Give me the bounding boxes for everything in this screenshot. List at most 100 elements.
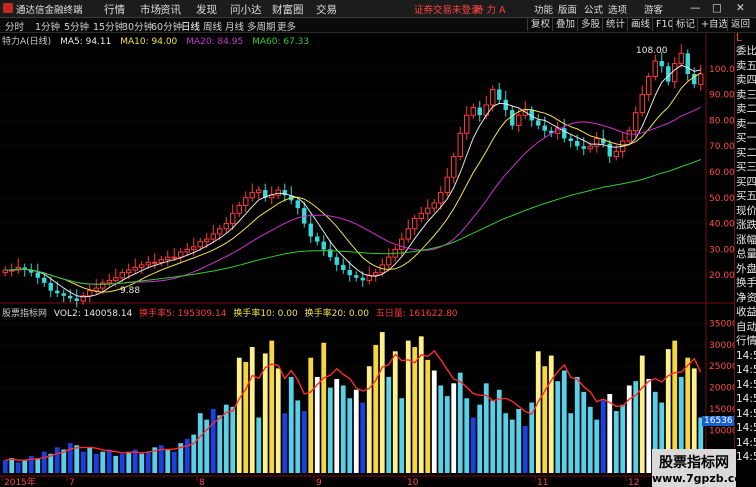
candle-body-up [490, 88, 496, 106]
quote-field-label: 14:5 [736, 364, 756, 376]
candle-body-down [315, 236, 320, 242]
period-60min[interactable]: 60分钟 [151, 19, 182, 33]
restore-rights-button[interactable]: 复权 [527, 18, 553, 31]
volume-bar [386, 376, 392, 473]
menu-formula[interactable]: 公式 [584, 2, 603, 16]
close-button[interactable]: ✕ [736, 2, 745, 14]
minimize-button[interactable]: — [690, 2, 701, 14]
candle-body-up [243, 197, 249, 207]
app-logo-icon [3, 3, 13, 13]
volume-bar [353, 389, 359, 473]
period-30min[interactable]: 30分钟 [122, 19, 153, 33]
menu-quotes[interactable]: 行情 [104, 2, 125, 17]
candle-body-down [575, 141, 580, 147]
volume-bar [28, 455, 34, 473]
volume-bar [132, 449, 138, 473]
multi-stock-button[interactable]: 多股 [577, 18, 603, 31]
volume-bar [191, 434, 197, 473]
volume-bar [464, 398, 470, 473]
volume-bar [249, 347, 255, 473]
volume-bar [106, 449, 112, 473]
volume-bar [165, 449, 171, 473]
volume-bar [516, 408, 522, 473]
volume-tick-label: 15000 [709, 405, 734, 415]
candle-body-up [373, 272, 379, 276]
volume-bar [522, 426, 528, 473]
menu-functions[interactable]: 功能 [534, 2, 553, 16]
candle-body-up [132, 266, 138, 271]
volume-bar [613, 411, 619, 473]
volume-bar [366, 366, 372, 473]
candle-body-down [74, 298, 79, 301]
menu-options[interactable]: 选项 [608, 2, 627, 16]
overlay-button[interactable]: 叠加 [552, 18, 578, 31]
candle-body-up [171, 256, 177, 259]
period-5min[interactable]: 5分钟 [64, 19, 89, 33]
volume-bar [119, 453, 125, 473]
period-1min[interactable]: 1分钟 [35, 19, 60, 33]
volume-bar [327, 387, 333, 473]
high-price-label: 108.00 [636, 46, 668, 56]
trade-alert[interactable]: 证券交易未登录 [414, 2, 481, 16]
period-monthly[interactable]: 月线 [225, 19, 244, 33]
watermark-title: 股票指标网 [659, 455, 729, 471]
panel-header[interactable]: L [736, 32, 756, 44]
volume-bar [607, 394, 613, 473]
volume-bar [581, 391, 587, 473]
quote-field-label: 14:5 [736, 378, 756, 391]
volume-bar [321, 342, 327, 473]
menu-wealth[interactable]: 财富圈 [272, 2, 304, 17]
add-watchlist-button[interactable]: +自选 [697, 18, 731, 31]
current-volume-badge: 16536 [702, 416, 735, 426]
period-15min[interactable]: 15分钟 [93, 19, 124, 33]
candle-body-down [503, 99, 508, 111]
draw-line-button[interactable]: 画线 [627, 18, 653, 31]
volume-bar [399, 398, 405, 473]
period-multi[interactable]: 多周期 [247, 19, 276, 33]
volume-bar [22, 460, 28, 473]
menu-ask[interactable]: 问小达 [230, 2, 262, 17]
menu-trade[interactable]: 交易 [316, 2, 337, 17]
maximize-button[interactable]: □ [712, 2, 722, 14]
statistics-button[interactable]: 统计 [602, 18, 628, 31]
candle-body-down [55, 290, 60, 294]
menu-news[interactable]: 资讯 [160, 2, 181, 17]
volume-bar [236, 357, 242, 473]
quote-field-label: 换手 [736, 277, 756, 289]
volume-bar [555, 381, 561, 473]
volume-bar [373, 344, 379, 473]
menu-discover[interactable]: 发现 [196, 2, 217, 17]
volume-bar [457, 372, 463, 473]
volume-bar [496, 389, 502, 473]
candle-body-up [405, 228, 411, 240]
mark-button[interactable]: 标记 [672, 18, 698, 31]
volume-bar [197, 413, 203, 473]
price-tick-label: 60.00 [709, 168, 734, 178]
volume-bar [477, 404, 483, 473]
period-timeshare[interactable]: 分时 [5, 19, 24, 33]
volume-bar [509, 419, 515, 473]
period-toolbar: 分时 1分钟 5分钟 15分钟 30分钟 60分钟 日线 周线 月线 多周期 更… [0, 18, 756, 33]
candle-body-up [139, 264, 145, 268]
period-weekly[interactable]: 周线 [203, 19, 222, 33]
candle-body-up [438, 192, 444, 204]
kline-chart[interactable]: 100.00 90.00 80.00 70.00 60.00 50.00 40.00 30.0… [0, 33, 734, 487]
period-more[interactable]: 更多 [277, 19, 296, 33]
guest-label[interactable]: 游客 [644, 2, 663, 16]
volume-bar [587, 406, 593, 473]
x-tick-label: 2015年 [4, 476, 36, 487]
menu-layout[interactable]: 版面 [558, 2, 577, 16]
candle-body-up [87, 290, 93, 297]
volume-bar [444, 396, 450, 473]
price-tick-label: 80.00 [709, 116, 734, 126]
back-button[interactable]: 返回 [727, 18, 753, 31]
volume-bar [41, 451, 47, 473]
menu-market[interactable]: 市场 [140, 2, 161, 17]
volume-bars [2, 332, 704, 473]
candle-body-up [626, 130, 632, 142]
quote-field-label: 买四 [736, 175, 756, 188]
candlestick-series [2, 44, 704, 308]
period-daily[interactable]: 日线 [181, 19, 200, 33]
quote-field-label: 现价 [736, 204, 756, 217]
x-tick-label: 12 [628, 478, 639, 487]
